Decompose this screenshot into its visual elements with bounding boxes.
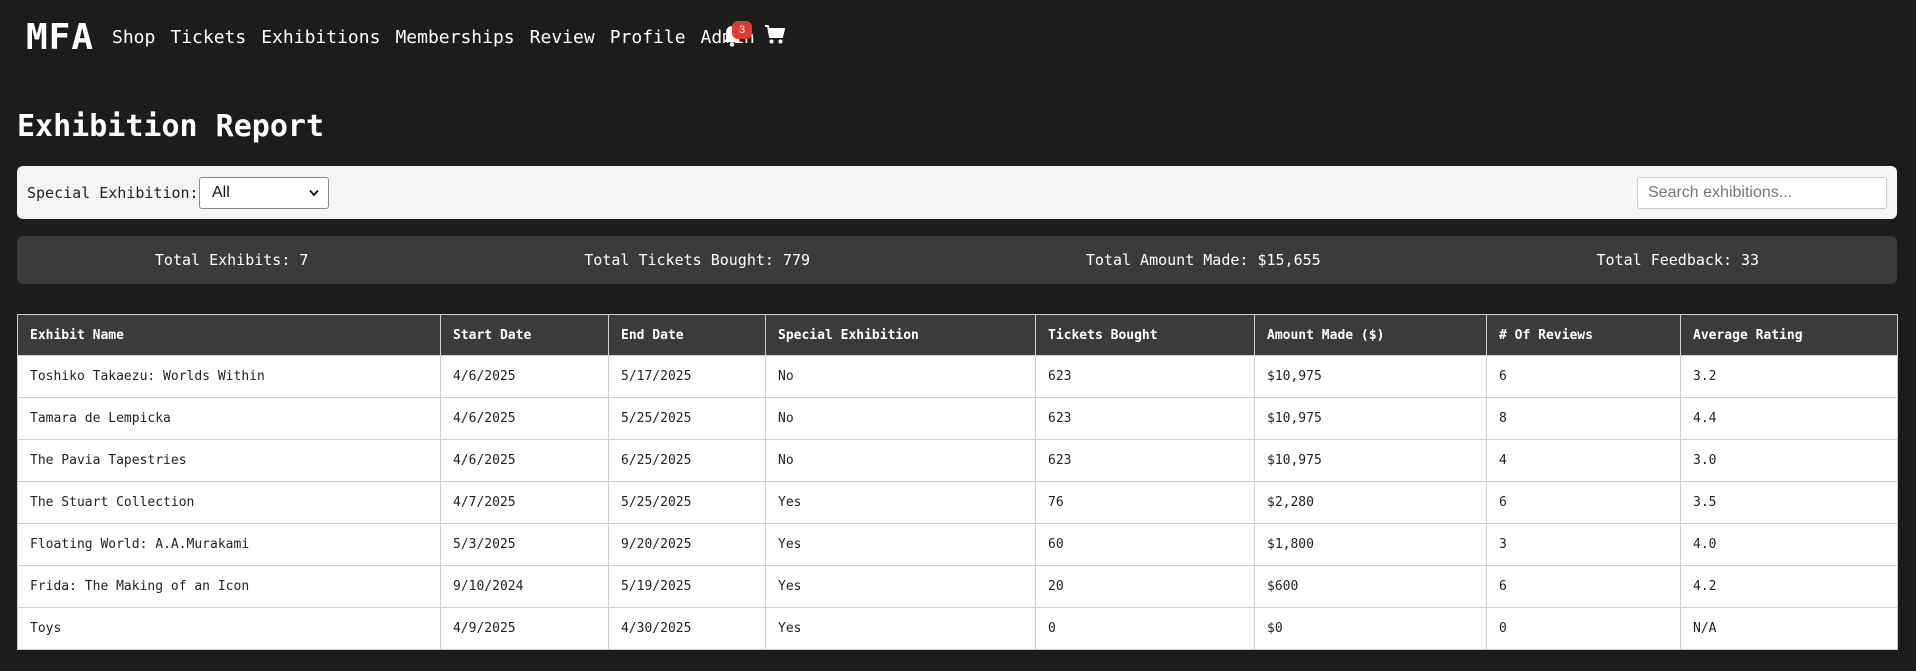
review-count-cell: 8 — [1486, 397, 1681, 440]
cart-icon[interactable] — [764, 24, 786, 46]
table-row: Frida: The Making of an Icon 9/10/2024 5… — [17, 565, 1898, 608]
amount-made-cell: $1,800 — [1254, 523, 1487, 566]
average-rating-cell: N/A — [1680, 607, 1898, 650]
start-date-cell: 5/3/2025 — [440, 523, 609, 566]
amount-made-cell: $10,975 — [1254, 439, 1487, 482]
amount-made-cell: $10,975 — [1254, 355, 1487, 398]
exhibit-name-cell: Toshiko Takaezu: Worlds Within — [17, 355, 441, 398]
amount-made-cell: $2,280 — [1254, 481, 1487, 524]
amount-made-cell: $0 — [1254, 607, 1487, 650]
site-logo[interactable]: MFA — [26, 16, 94, 60]
end-date-cell: 9/20/2025 — [608, 523, 766, 566]
special-exhibition-cell: No — [765, 397, 1036, 440]
start-date-cell: 4/6/2025 — [440, 439, 609, 482]
nav-links: Shop Tickets Exhibitions Memberships Rev… — [112, 25, 770, 51]
average-rating-cell: 4.4 — [1680, 397, 1898, 440]
end-date-cell: 5/25/2025 — [608, 397, 766, 440]
review-count-cell: 4 — [1486, 439, 1681, 482]
table-row: Floating World: A.A.Murakami 5/3/2025 9/… — [17, 523, 1898, 566]
column-header[interactable]: Start Date — [440, 314, 609, 356]
column-header[interactable]: Amount Made ($) — [1254, 314, 1487, 356]
special-exhibition-label: Special Exhibition: — [27, 184, 199, 202]
exhibit-name-cell: The Stuart Collection — [17, 481, 441, 524]
review-count-cell: 6 — [1486, 481, 1681, 524]
total-tickets-bought: Total Tickets Bought: 779 — [584, 251, 811, 269]
column-header[interactable]: Average Rating — [1680, 314, 1898, 356]
exhibit-name-cell: Floating World: A.A.Murakami — [17, 523, 441, 566]
review-count-cell: 6 — [1486, 355, 1681, 398]
average-rating-cell: 4.0 — [1680, 523, 1898, 566]
table-row: Toys 4/9/2025 4/30/2025 Yes 0 $0 0 N/A — [17, 607, 1898, 650]
review-count-cell: 3 — [1486, 523, 1681, 566]
total-amount-made: Total Amount Made: $15,655 — [1085, 251, 1321, 269]
end-date-cell: 5/25/2025 — [608, 481, 766, 524]
tickets-bought-cell: 623 — [1035, 397, 1255, 440]
start-date-cell: 9/10/2024 — [440, 565, 609, 608]
start-date-cell: 4/9/2025 — [440, 607, 609, 650]
table-header-row: Exhibit Name Start Date End Date Special… — [17, 314, 1898, 356]
end-date-cell: 5/19/2025 — [608, 565, 766, 608]
special-exhibition-cell: Yes — [765, 481, 1036, 524]
special-exhibition-cell: No — [765, 355, 1036, 398]
total-feedback: Total Feedback: 33 — [1596, 251, 1760, 269]
summary-bar: Total Exhibits: 7 Total Tickets Bought: … — [17, 236, 1897, 284]
amount-made-cell: $10,975 — [1254, 397, 1487, 440]
nav-link-profile[interactable]: Profile — [610, 25, 686, 51]
tickets-bought-cell: 60 — [1035, 523, 1255, 566]
special-exhibition-cell: Yes — [765, 565, 1036, 608]
nav-link-memberships[interactable]: Memberships — [395, 25, 514, 51]
tickets-bought-cell: 623 — [1035, 355, 1255, 398]
start-date-cell: 4/7/2025 — [440, 481, 609, 524]
chevron-down-icon — [309, 189, 319, 197]
average-rating-cell: 3.5 — [1680, 481, 1898, 524]
average-rating-cell: 3.0 — [1680, 439, 1898, 482]
page-title: Exhibition Report — [17, 109, 325, 144]
start-date-cell: 4/6/2025 — [440, 355, 609, 398]
exhibit-name-cell: Tamara de Lempicka — [17, 397, 441, 440]
tickets-bought-cell: 0 — [1035, 607, 1255, 650]
special-exhibition-cell: Yes — [765, 523, 1036, 566]
nav-link-exhibitions[interactable]: Exhibitions — [261, 25, 380, 51]
exhibit-name-cell: The Pavia Tapestries — [17, 439, 441, 482]
end-date-cell: 6/25/2025 — [608, 439, 766, 482]
review-count-cell: 6 — [1486, 565, 1681, 608]
nav-link-tickets[interactable]: Tickets — [170, 25, 246, 51]
nav-link-shop[interactable]: Shop — [112, 25, 155, 51]
exhibition-report-table: Exhibit Name Start Date End Date Special… — [17, 314, 1898, 650]
tickets-bought-cell: 76 — [1035, 481, 1255, 524]
tickets-bought-cell: 20 — [1035, 565, 1255, 608]
total-exhibits: Total Exhibits: 7 — [154, 251, 309, 269]
end-date-cell: 5/17/2025 — [608, 355, 766, 398]
column-header[interactable]: End Date — [608, 314, 766, 356]
filter-bar: Special Exhibition: All — [17, 166, 1897, 219]
average-rating-cell: 4.2 — [1680, 565, 1898, 608]
nav-link-review[interactable]: Review — [530, 25, 595, 51]
review-count-cell: 0 — [1486, 607, 1681, 650]
average-rating-cell: 3.2 — [1680, 355, 1898, 398]
special-exhibition-select[interactable]: All — [199, 177, 329, 209]
amount-made-cell: $600 — [1254, 565, 1487, 608]
special-exhibition-cell: No — [765, 439, 1036, 482]
table-row: The Stuart Collection 4/7/2025 5/25/2025… — [17, 481, 1898, 524]
table-row: Tamara de Lempicka 4/6/2025 5/25/2025 No… — [17, 397, 1898, 440]
column-header[interactable]: Exhibit Name — [17, 314, 441, 356]
notification-badge: 3 — [732, 21, 752, 39]
column-header[interactable]: Special Exhibition — [765, 314, 1036, 356]
exhibit-name-cell: Toys — [17, 607, 441, 650]
top-navbar: MFA Shop Tickets Exhibitions Memberships… — [0, 0, 1916, 76]
end-date-cell: 4/30/2025 — [608, 607, 766, 650]
special-exhibition-selected-value: All — [212, 184, 230, 201]
search-input[interactable] — [1637, 177, 1887, 209]
table-row: The Pavia Tapestries 4/6/2025 6/25/2025 … — [17, 439, 1898, 482]
exhibit-name-cell: Frida: The Making of an Icon — [17, 565, 441, 608]
start-date-cell: 4/6/2025 — [440, 397, 609, 440]
special-exhibition-cell: Yes — [765, 607, 1036, 650]
column-header[interactable]: Tickets Bought — [1035, 314, 1255, 356]
tickets-bought-cell: 623 — [1035, 439, 1255, 482]
table-row: Toshiko Takaezu: Worlds Within 4/6/2025 … — [17, 355, 1898, 398]
column-header[interactable]: # Of Reviews — [1486, 314, 1681, 356]
